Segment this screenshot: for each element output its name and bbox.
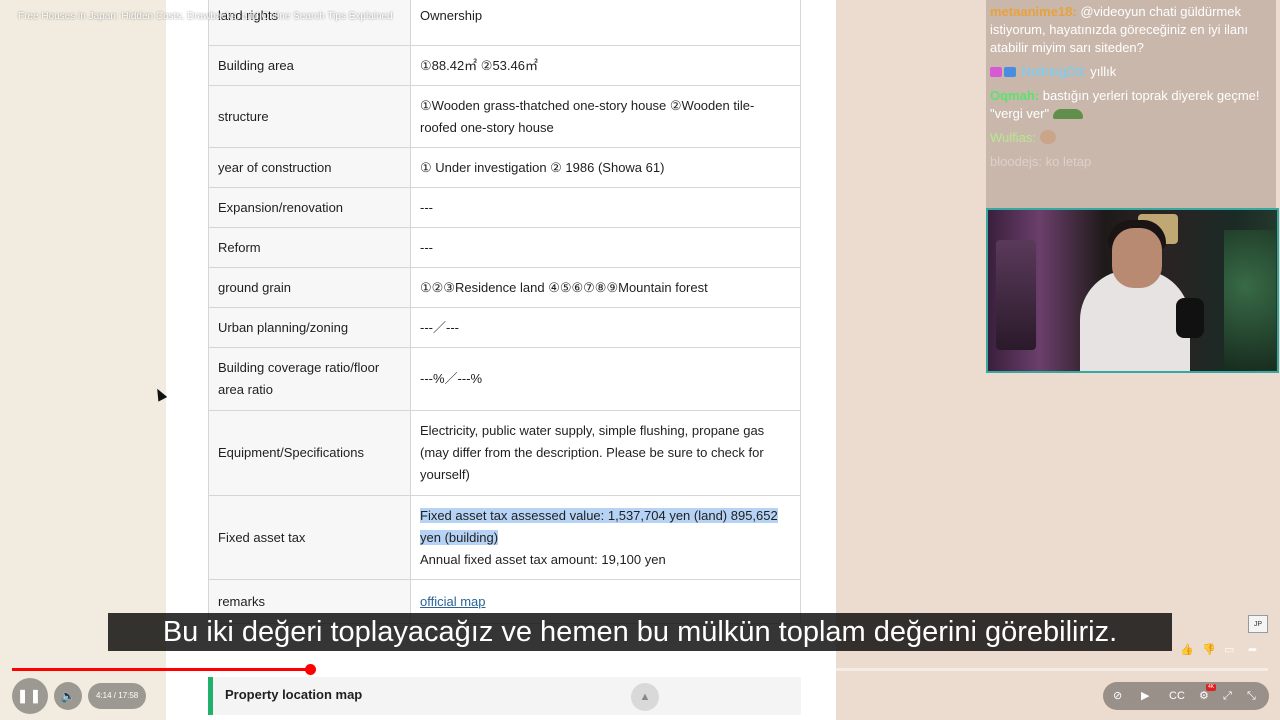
share-icon[interactable]: ➦	[1248, 643, 1257, 656]
video-title: Free Houses in Japan: Hidden Costs, Draw…	[18, 11, 393, 22]
row-key: Expansion/renovation	[208, 187, 411, 228]
row-key: Urban planning/zoning	[208, 307, 411, 348]
right-control-group: ⊘ ▶ CC ⚙ ⤢ ⤡	[1103, 682, 1269, 710]
left-background	[0, 0, 166, 720]
time-display: 4:14 / 17:58	[88, 683, 147, 709]
pause-button[interactable]: ❚❚	[12, 678, 48, 714]
table-row: Equipment/Specifications Electricity, pu…	[208, 410, 801, 496]
captions-icon[interactable]: CC	[1169, 682, 1185, 710]
row-key: Building coverage ratio/floor area ratio	[208, 347, 411, 411]
property-table: land rights Ownership Building area ①88.…	[208, 0, 801, 624]
streamer-head	[1112, 228, 1162, 288]
webcam-plant	[1224, 230, 1276, 370]
fullscreen-icon[interactable]: ⤢	[1223, 682, 1232, 710]
chat-text: ko letap	[1045, 154, 1092, 169]
table-row: land rights Ownership	[208, 0, 801, 46]
row-value: ①88.42㎡ ②53.46㎡	[410, 45, 801, 86]
chat-message: NothingD3: yıllık	[990, 63, 1270, 81]
frog-emote-icon	[1052, 109, 1083, 119]
subscriber-badge-icon	[990, 67, 1002, 77]
chat-username: NothingD3:	[1021, 64, 1087, 79]
face-emote-icon	[1039, 130, 1056, 144]
row-value: ---／---	[410, 307, 801, 348]
microphone	[1176, 298, 1204, 338]
collapse-icon[interactable]: ⤡	[1247, 682, 1256, 710]
gift-badge-icon	[1004, 67, 1016, 77]
chevron-up-icon[interactable]: ▲	[631, 683, 659, 711]
chat-username: bloodejs:	[990, 154, 1043, 169]
chat-message: Oqmah: bastığın yerleri toprak diyerek g…	[990, 87, 1270, 123]
row-value: ---	[410, 227, 801, 268]
table-row: structure ①Wooden grass-thatched one-sto…	[208, 85, 801, 148]
dislike-icon[interactable]: 👎	[1202, 643, 1216, 656]
miniplayer-icon[interactable]: ▶	[1141, 682, 1149, 710]
subtitle-caption: Bu iki değeri toplayacağız ve hemen bu m…	[108, 613, 1172, 651]
webcam-shelf	[996, 240, 1036, 350]
table-row: Fixed asset tax Fixed asset tax assessed…	[208, 495, 801, 580]
table-row: Building area ①88.42㎡ ②53.46㎡	[208, 45, 801, 86]
row-value: ---%／---%	[410, 347, 801, 411]
table-row: ground grain ①②③Residence land ④⑤⑥⑦⑧⑨Mou…	[208, 267, 801, 308]
row-value: ①Wooden grass-thatched one-story house ②…	[410, 85, 801, 148]
row-value: Ownership	[410, 0, 801, 46]
browser-page: land rights Ownership Building area ①88.…	[166, 0, 836, 720]
progress-scrubber[interactable]	[305, 664, 316, 675]
table-row: year of construction ① Under investigati…	[208, 147, 801, 188]
chat-message: Wulfias:	[990, 129, 1270, 147]
row-value: Electricity, public water supply, simple…	[410, 410, 801, 496]
row-key: Reform	[208, 227, 411, 268]
chat-message: metaanime18: @videoyun chati güldürmek i…	[990, 3, 1270, 57]
chat-username: Oqmah:	[990, 88, 1040, 103]
highlighted-text: Fixed asset tax assessed value: 1,537,70…	[420, 507, 778, 545]
row-value: ---	[410, 187, 801, 228]
volume-icon[interactable]: 🔈	[54, 682, 82, 710]
chat-username: Wulfias:	[990, 130, 1036, 145]
official-map-link[interactable]: official map	[420, 594, 486, 609]
row-key: ground grain	[208, 267, 411, 308]
table-row: Urban planning/zoning ---／---	[208, 307, 801, 348]
row-key: structure	[208, 85, 411, 148]
row-value: ① Under investigation ② 1986 (Showa 61)	[410, 147, 801, 188]
chat-overlay: metaanime18: @videoyun chati güldürmek i…	[986, 0, 1276, 208]
annual-tax-text: Annual fixed asset tax amount: 19,100 ye…	[420, 551, 666, 567]
table-row: Reform ---	[208, 227, 801, 268]
chat-text: yıllık	[1090, 64, 1117, 79]
like-icon[interactable]: 👍	[1180, 643, 1194, 656]
table-row: Expansion/renovation ---	[208, 187, 801, 228]
row-key: year of construction	[208, 147, 411, 188]
chat-username: metaanime18:	[990, 4, 1077, 19]
row-key: Building area	[208, 45, 411, 86]
comment-icon[interactable]: ▭	[1224, 643, 1234, 656]
property-location-map-bar[interactable]: Property location map ▲	[208, 677, 801, 715]
quality-badge: 4K	[1206, 684, 1216, 691]
row-key: Fixed asset tax	[208, 495, 411, 580]
chat-message: bloodejs: ko letap	[990, 153, 1270, 171]
row-value: Fixed asset tax assessed value: 1,537,70…	[410, 495, 801, 580]
webcam-overlay	[986, 208, 1279, 373]
row-key: Equipment/Specifications	[208, 410, 411, 496]
autoplay-icon[interactable]: ⊘	[1113, 682, 1122, 710]
table-row: Building coverage ratio/floor area ratio…	[208, 347, 801, 411]
row-value: ①②③Residence land ④⑤⑥⑦⑧⑨Mountain forest	[410, 267, 801, 308]
channel-logo: JP	[1248, 615, 1268, 633]
location-bar-title: Property location map	[225, 687, 363, 702]
row-key: land rights	[208, 0, 411, 46]
progress-played	[12, 668, 310, 671]
